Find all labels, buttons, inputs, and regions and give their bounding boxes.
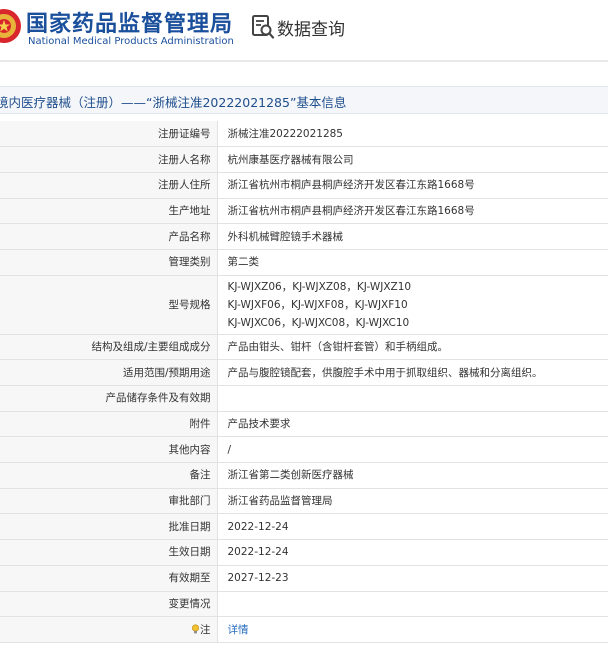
table-row: 注册人名称 杭州康基医疗器械有限公司 xyxy=(0,146,608,173)
field-label: 生效日期 xyxy=(0,539,218,566)
table-row: 产品储存条件及有效期 xyxy=(0,385,608,412)
model-spec-line: KJ-WJXF06，KJ-WJXF08，KJ-WJXF10 xyxy=(227,298,408,311)
field-value: 浙江省药品监督管理局 xyxy=(217,488,608,515)
model-spec-line: KJ-WJXZ06，KJ-WJXZ08，KJ-WJXZ10 xyxy=(227,280,412,293)
field-label: 注册人住所 xyxy=(0,172,218,199)
field-label: 注 xyxy=(200,623,211,636)
field-value: 产品由钳头、钳杆（含钳杆套管）和手柄组成。 xyxy=(217,334,608,361)
field-label: 审批部门 xyxy=(0,488,218,515)
field-value: 浙械注准20222021285 xyxy=(217,121,608,148)
details-cell: 详情 xyxy=(217,616,608,643)
field-label: 产品名称 xyxy=(0,223,218,250)
field-label: 有效期至 xyxy=(0,565,218,592)
field-label: 变更情况 xyxy=(0,591,218,618)
field-value: 产品与腹腔镜配套，供腹腔手术中用于抓取组织、器械和分离组织。 xyxy=(217,359,608,386)
header-divider xyxy=(0,60,608,62)
field-label: 适用范围/预期用途 xyxy=(0,359,218,386)
field-label: 其他内容 xyxy=(0,436,218,464)
field-value: 产品技术要求 xyxy=(217,411,608,438)
field-value: 2022-12-24 xyxy=(217,513,608,541)
field-label: 注册人名称 xyxy=(0,146,218,173)
table-row: 附件 产品技术要求 xyxy=(0,411,608,438)
model-spec-line: KJ-WJXC06，KJ-WJXC08，KJ-WJXC10 xyxy=(227,316,410,329)
registration-info-table: 注册证编号 浙械注准20222021285 注册人名称 杭州康基医疗器械有限公司… xyxy=(0,121,608,643)
magnifier-document-icon xyxy=(252,15,275,39)
site-logo-subtitle: National Medical Products Administration xyxy=(28,36,234,47)
field-value: 杭州康基医疗器械有限公司 xyxy=(217,146,608,173)
table-row: 结构及组成/主要组成成分 产品由钳头、钳杆（含钳杆套管）和手柄组成。 xyxy=(0,334,608,361)
table-row: 批准日期 2022-12-24 xyxy=(0,513,608,541)
field-value: / xyxy=(217,436,608,464)
field-label: 注册证编号 xyxy=(0,121,218,148)
field-value: 2027-12-23 xyxy=(217,565,608,592)
field-label: 附件 xyxy=(0,411,218,438)
field-value: 第二类 xyxy=(217,249,608,276)
record-title: 境内医疗器械（注册）——“浙械注准20222021285”基本信息 xyxy=(0,95,347,110)
table-row: 生效日期 2022-12-24 xyxy=(0,539,608,566)
field-value xyxy=(217,385,608,412)
table-row: 有效期至 2027-12-23 xyxy=(0,565,608,592)
site-header: 国家药品监督管理局 National Medical Products Admi… xyxy=(0,0,608,56)
table-row: 审批部门 浙江省药品监督管理局 xyxy=(0,488,608,515)
field-value: 浙江省杭州市桐庐县桐庐经济开发区春江东路1668号 xyxy=(217,172,608,199)
record-banner: 境内医疗器械（注册）——“浙械注准20222021285”基本信息 xyxy=(0,86,608,114)
field-label: 产品储存条件及有效期 xyxy=(0,385,218,412)
table-row: 注册证编号 浙械注准20222021285 xyxy=(0,121,608,148)
field-label: 批准日期 xyxy=(0,513,218,541)
field-value: 2022-12-24 xyxy=(217,539,608,566)
field-label: 备注 xyxy=(0,462,218,489)
table-row: 型号规格 KJ-WJXZ06，KJ-WJXZ08，KJ-WJXZ10 KJ-WJ… xyxy=(0,275,608,335)
table-row: 注册人住所 浙江省杭州市桐庐县桐庐经济开发区春江东路1668号 xyxy=(0,172,608,199)
site-logo-title[interactable]: 国家药品监督管理局 xyxy=(26,6,233,38)
table-row: 变更情况 xyxy=(0,591,608,618)
data-query-link[interactable]: 数据查询 xyxy=(277,15,345,40)
lightbulb-icon xyxy=(191,624,200,633)
table-row: 适用范围/预期用途 产品与腹腔镜配套，供腹腔手术中用于抓取组织、器械和分离组织。 xyxy=(0,359,608,386)
field-label: 结构及组成/主要组成成分 xyxy=(0,334,218,361)
field-value: 浙江省第二类创新医疗器械 xyxy=(217,462,608,489)
field-value: 浙江省杭州市桐庐县桐庐经济开发区春江东路1668号 xyxy=(217,198,608,225)
table-row: 备注 浙江省第二类创新医疗器械 xyxy=(0,462,608,489)
field-label: 生产地址 xyxy=(0,198,218,225)
table-row: 管理类别 第二类 xyxy=(0,249,608,276)
field-value: 外科机械臂腔镜手术器械 xyxy=(217,223,608,250)
field-value xyxy=(217,591,608,618)
details-link[interactable]: 详情 xyxy=(228,624,249,636)
table-row: 其他内容 / xyxy=(0,436,608,464)
table-row: 生产地址 浙江省杭州市桐庐县桐庐经济开发区春江东路1668号 xyxy=(0,198,608,225)
table-row: 注 详情 xyxy=(0,616,608,643)
field-label: 管理类别 xyxy=(0,249,218,276)
field-label: 型号规格 xyxy=(0,275,218,335)
national-emblem-icon xyxy=(0,9,21,43)
model-spec-value: KJ-WJXZ06，KJ-WJXZ08，KJ-WJXZ10 KJ-WJXF06，… xyxy=(217,275,608,335)
note-label-cell: 注 xyxy=(0,616,218,643)
table-row: 产品名称 外科机械臂腔镜手术器械 xyxy=(0,223,608,250)
